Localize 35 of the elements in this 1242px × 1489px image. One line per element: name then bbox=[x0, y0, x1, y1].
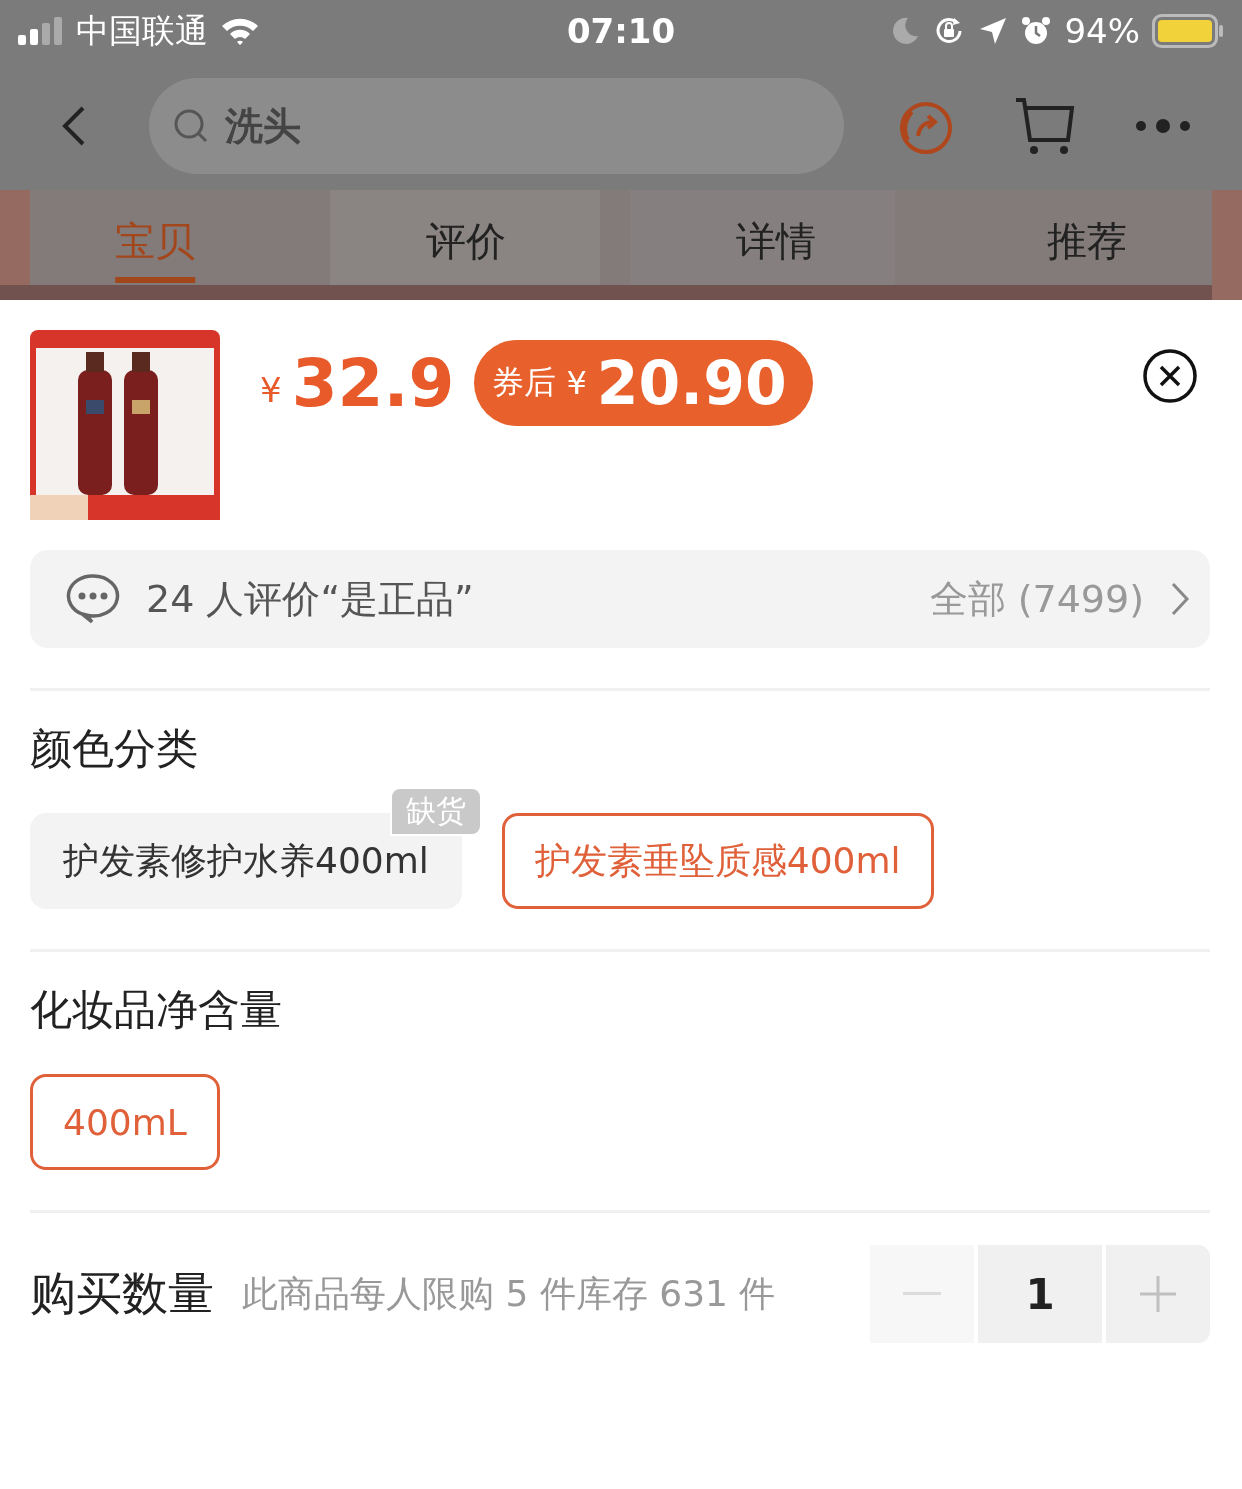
search-field[interactable]: 洗头 bbox=[148, 78, 844, 174]
coupon-price: 20.90 bbox=[596, 348, 787, 418]
plus-icon bbox=[1140, 1276, 1176, 1312]
all-reviews-count: 全部 (7499) bbox=[929, 575, 1144, 623]
quantity-field[interactable]: 1 bbox=[978, 1245, 1102, 1343]
review-summary: 24 人评价“是正品” bbox=[146, 575, 475, 623]
wifi-icon bbox=[220, 16, 260, 46]
close-icon bbox=[1142, 348, 1198, 404]
alarm-icon bbox=[1020, 15, 1053, 47]
carrier-name: 中国联通 bbox=[76, 9, 208, 52]
price: 32.9 bbox=[291, 344, 455, 422]
option-chip[interactable]: 护发素垂坠质感400ml bbox=[501, 813, 934, 909]
coupon-label: 券后 bbox=[492, 362, 557, 403]
purchase-limit-note: 此商品每人限购 5 件库存 631 件 bbox=[242, 1271, 777, 1316]
tab[interactable]: 详情 bbox=[621, 190, 932, 300]
review-summary-bar[interactable]: 24 人评价“是正品” 全部 (7499) bbox=[30, 550, 1210, 648]
option-chip[interactable]: 400mL bbox=[30, 1074, 220, 1170]
close-button[interactable] bbox=[1142, 348, 1198, 404]
chat-bubble-icon bbox=[66, 573, 120, 625]
currency-symbol: ¥ bbox=[566, 364, 587, 402]
clock-time: 07:10 bbox=[566, 11, 676, 51]
quantity-label: 购买数量 bbox=[30, 1265, 214, 1322]
currency-symbol: ¥ bbox=[260, 370, 282, 410]
section-title: 化妆品净含量 bbox=[30, 984, 283, 1036]
search-icon bbox=[172, 108, 209, 144]
chevron-right-icon bbox=[1170, 581, 1190, 617]
section-title: 颜色分类 bbox=[30, 723, 199, 775]
location-arrow-icon bbox=[978, 16, 1009, 46]
battery-percentage: 94% bbox=[1064, 11, 1140, 51]
battery-icon bbox=[1152, 14, 1224, 48]
tab[interactable]: 推荐 bbox=[931, 190, 1242, 300]
tab[interactable]: 评价 bbox=[310, 190, 621, 300]
moon-icon bbox=[890, 16, 921, 46]
search-query: 洗头 bbox=[224, 102, 301, 150]
signal-icon bbox=[18, 17, 64, 45]
